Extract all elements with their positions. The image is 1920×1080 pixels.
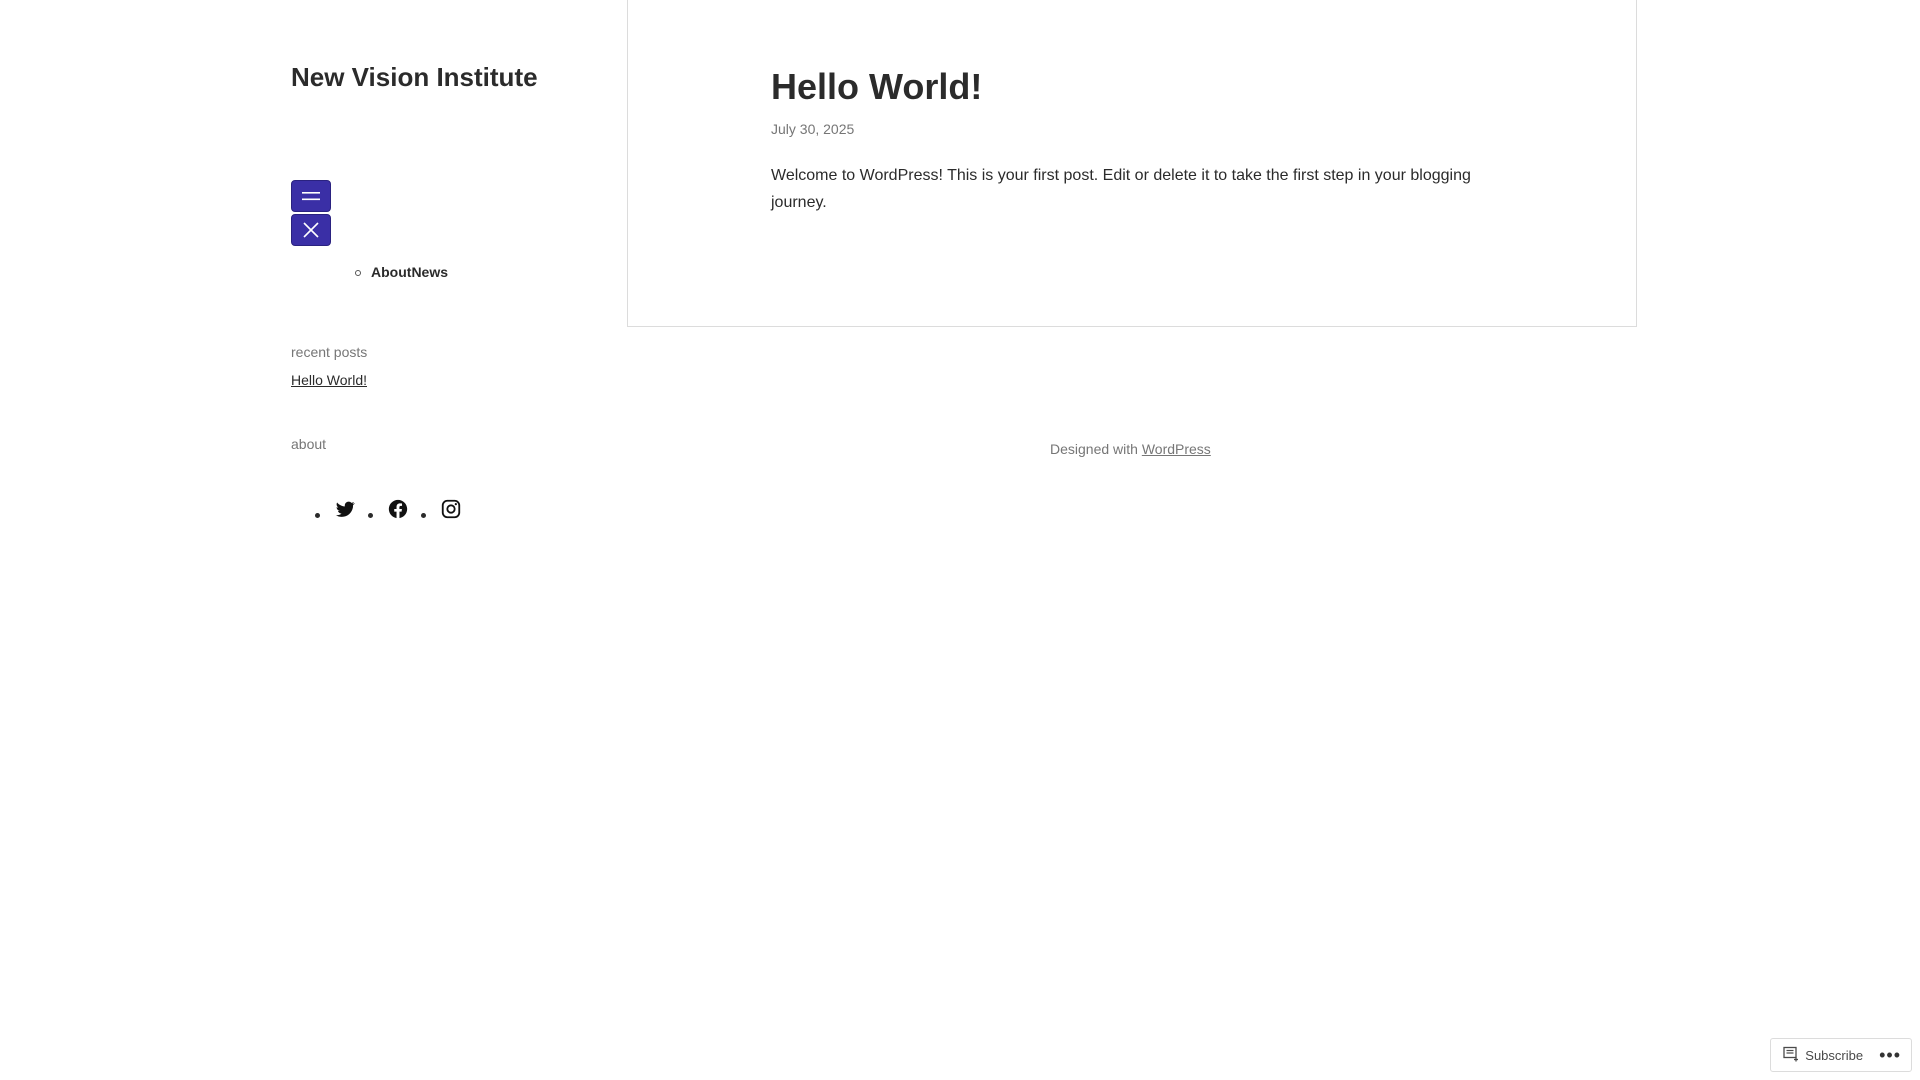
subscribe-button[interactable]: Subscribe bbox=[1771, 1039, 1873, 1071]
menu-open-button[interactable] bbox=[291, 180, 331, 212]
recent-post-link[interactable]: Hello World! bbox=[291, 372, 367, 388]
page: New Vision Institute AboutNews recent po… bbox=[0, 0, 1920, 1080]
nav-item: AboutNews bbox=[354, 264, 448, 280]
primary-nav: AboutNews bbox=[354, 264, 448, 280]
more-icon: ••• bbox=[1879, 1044, 1901, 1065]
recent-posts-title: recent posts bbox=[291, 344, 368, 360]
nav-link-news[interactable]: News bbox=[411, 264, 448, 280]
wordpress-link[interactable]: WordPress bbox=[1142, 441, 1211, 457]
twitter-link[interactable] bbox=[334, 498, 356, 520]
post-date: July 30, 2025 bbox=[771, 121, 855, 137]
social-links bbox=[315, 498, 474, 520]
footer-credit-text: Designed with bbox=[1050, 441, 1138, 457]
about-title: about bbox=[291, 436, 327, 452]
list-bullet bbox=[368, 513, 373, 518]
post-title[interactable]: Hello World! bbox=[771, 66, 982, 108]
subscribe-bar: Subscribe ••• bbox=[1770, 1038, 1912, 1072]
instagram-link[interactable] bbox=[440, 498, 462, 520]
social-item bbox=[315, 498, 368, 520]
social-item bbox=[368, 498, 421, 520]
post-card: Hello World! July 30, 2025 Welcome to Wo… bbox=[627, 0, 1637, 327]
close-icon bbox=[303, 222, 319, 238]
social-item bbox=[421, 498, 474, 520]
instagram-icon bbox=[440, 499, 462, 524]
subscribe-label: Subscribe bbox=[1805, 1047, 1864, 1063]
site-footer: Designed with WordPress bbox=[1050, 441, 1211, 457]
hamburger-icon bbox=[302, 189, 320, 203]
facebook-link[interactable] bbox=[387, 498, 409, 520]
nav-link-about[interactable]: About bbox=[371, 264, 411, 280]
post-body: Welcome to WordPress! This is your first… bbox=[771, 167, 1471, 211]
menu-close-button[interactable] bbox=[291, 214, 331, 246]
facebook-icon bbox=[387, 499, 409, 524]
reader-icon bbox=[1783, 1046, 1805, 1065]
list-bullet bbox=[421, 513, 426, 518]
more-options-button[interactable]: ••• bbox=[1873, 1039, 1911, 1071]
twitter-icon bbox=[334, 501, 356, 524]
site-title[interactable]: New Vision Institute bbox=[291, 62, 538, 93]
list-bullet bbox=[315, 513, 320, 518]
